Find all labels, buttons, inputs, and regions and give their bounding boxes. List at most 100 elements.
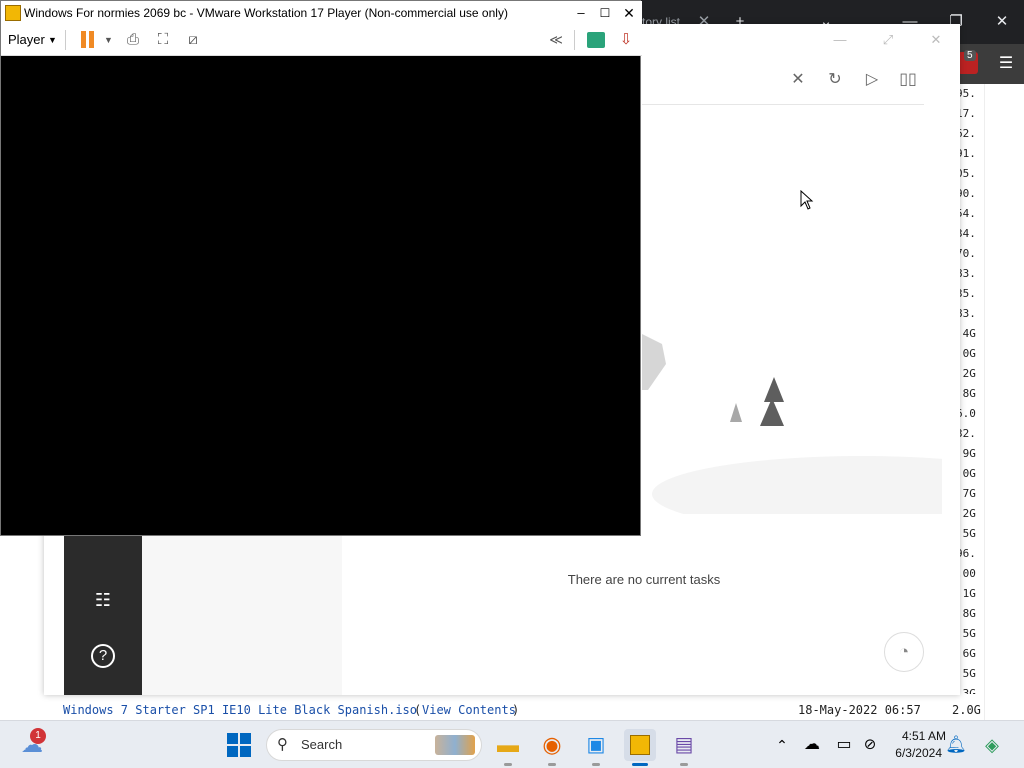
vm-maximize-icon[interactable]: ☐ [595, 1, 615, 25]
size-cell: .8G [956, 387, 976, 400]
play-icon[interactable]: ▷ [860, 68, 884, 92]
clear-icon[interactable]: ✕ [786, 68, 810, 92]
file-date: 18-May-2022 06:57 [798, 703, 921, 717]
help-icon[interactable]: ? [91, 644, 115, 668]
vm-minimize-icon[interactable]: – [571, 1, 591, 25]
paren-close: ) [512, 703, 520, 717]
size-cell: .7G [956, 487, 976, 500]
fullscreen-icon[interactable]: ⛶ [152, 29, 174, 51]
show-hidden-icons-chevron[interactable]: ⌃ [766, 729, 798, 761]
size-cell: 6.0 [956, 407, 976, 420]
size-cell: 83. [956, 307, 976, 320]
file-explorer-icon[interactable]: ▬ [492, 729, 524, 761]
notification-bell-icon[interactable]: 🔔︎ [940, 729, 972, 761]
extension-badge: 5 [964, 50, 976, 61]
vmware-active-indicator [632, 763, 648, 766]
size-cell: 62. [956, 127, 976, 140]
directory-row: Windows 7 Starter SP1 IE10 Lite Black Sp… [44, 700, 981, 720]
size-cell: 32. [956, 427, 976, 440]
search-icon: ⚲ [277, 736, 288, 753]
speedometer-icon[interactable]: ◔ [884, 632, 924, 672]
size-cell: .8G [956, 607, 976, 620]
clock-date[interactable]: 6/3/2024 [886, 745, 942, 761]
player-menu-arrow-icon[interactable]: ▼ [48, 31, 57, 49]
start-button[interactable] [223, 729, 255, 761]
empty-state-illustration [642, 334, 942, 514]
removable-devices-icon[interactable]: ⇩ [615, 29, 637, 51]
copilot-icon[interactable]: ◈ [976, 729, 1008, 761]
size-cell: 83. [956, 267, 976, 280]
size-cell: .4G [956, 327, 976, 340]
size-cell: .5G [956, 527, 976, 540]
view-contents-link[interactable]: View Contents [422, 700, 516, 720]
notepad-running-indicator [680, 763, 688, 766]
size-cell: 35. [956, 287, 976, 300]
pause-icon[interactable]: ▯▯ [896, 68, 920, 92]
pause-options-arrow-icon[interactable]: ▼ [104, 31, 113, 49]
size-cell: .9G [956, 447, 976, 460]
dm-close-icon[interactable]: ✕ [923, 30, 949, 50]
vm-close-icon[interactable]: ✕ [619, 1, 639, 25]
vmware-player-window: Windows For normies 2069 bc - VMware Wor… [0, 0, 642, 536]
directory-scrollbar[interactable] [984, 84, 1024, 724]
size-cell: .2G [956, 367, 976, 380]
pause-bar-left[interactable] [81, 31, 86, 48]
size-cell: 95. [956, 87, 976, 100]
vmware-title: Windows For normies 2069 bc - VMware Wor… [24, 6, 508, 20]
size-cell: .2G [956, 507, 976, 520]
dm-minimize-icon[interactable]: — [827, 30, 853, 50]
size-cell: .5G [956, 627, 976, 640]
search-highlight-image [435, 735, 475, 755]
size-cell: 91. [956, 147, 976, 160]
toolbar-divider-right [574, 30, 575, 50]
onedrive-icon[interactable]: ☁ [796, 729, 828, 761]
dm-maximize-icon[interactable]: ⤢ [875, 30, 901, 50]
collapse-toolbar-icon[interactable]: ≪ [544, 29, 568, 51]
player-menu[interactable]: Player [8, 29, 45, 51]
size-cell: 54. [956, 207, 976, 220]
vmware-toolbar: Player ▼ ▼ ⎙ ⛶ ⧄ ≪ ⇩ [1, 25, 642, 56]
vmware-taskbar-button[interactable] [624, 729, 656, 761]
size-cell: 05. [956, 167, 976, 180]
size-cell: 17. [956, 107, 976, 120]
clock-time[interactable]: 4:51 AM [886, 728, 946, 744]
empty-tasks-message: There are no current tasks [567, 572, 721, 587]
size-cell: 34. [956, 227, 976, 240]
close-icon[interactable]: ✕ [988, 8, 1016, 36]
size-cell: .0G [956, 467, 976, 480]
photos-app-icon[interactable]: ▣ [580, 729, 612, 761]
size-cell: .3G [956, 687, 976, 694]
size-cell: 70. [956, 247, 976, 260]
message-log-icon[interactable] [587, 32, 605, 48]
windows-logo-icon [227, 733, 251, 757]
vmware-logo-icon [5, 5, 21, 21]
dm-toolbar-divider [642, 104, 924, 105]
desktop-screen: tory list ✕ + ⌄ — ❐ ✕ 5 ☰ 95. 17. 62. 91. 05… [0, 0, 1024, 768]
size-cell: .5G [956, 667, 976, 680]
size-cell: 90. [956, 187, 976, 200]
paren-open: ( [414, 703, 422, 717]
firefox-running-indicator [548, 763, 556, 766]
refresh-icon[interactable]: ↻ [823, 68, 847, 92]
browser-menu-icon[interactable]: ☰ [992, 50, 1020, 78]
size-cell: ,00 [956, 567, 976, 580]
weather-badge: 1 [30, 728, 46, 744]
vm-console-screen[interactable] [1, 57, 640, 535]
size-cell: .0G [956, 347, 976, 360]
file-size: 2.0G [952, 703, 981, 717]
unity-icon[interactable]: ⧄ [182, 29, 204, 51]
dm-filter-panel [142, 536, 342, 695]
notepad-app-icon[interactable]: ▤ [668, 729, 700, 761]
sliders-icon[interactable]: ☷ [91, 588, 115, 612]
search-placeholder: Search [301, 737, 343, 752]
firefox-icon[interactable]: ◉ [536, 729, 568, 761]
taskbar: ☁ 1 ⚲ Search ▬ ◉ ▣ ▤ ⌃ ☁ ▭ ⊘ 4:51 AM 6/3… [0, 720, 1024, 768]
file-link[interactable]: Windows 7 Starter SP1 IE10 Lite Black Sp… [63, 700, 417, 720]
toolbar-divider [65, 30, 66, 50]
explorer-running-indicator [504, 763, 512, 766]
size-cell: .1G [956, 587, 976, 600]
send-ctrl-alt-del-icon[interactable]: ⎙ [122, 29, 144, 51]
network-icon[interactable]: ⊘ [854, 729, 886, 761]
taskbar-search[interactable]: ⚲ Search [266, 729, 482, 761]
pause-bar-right[interactable] [89, 31, 94, 48]
